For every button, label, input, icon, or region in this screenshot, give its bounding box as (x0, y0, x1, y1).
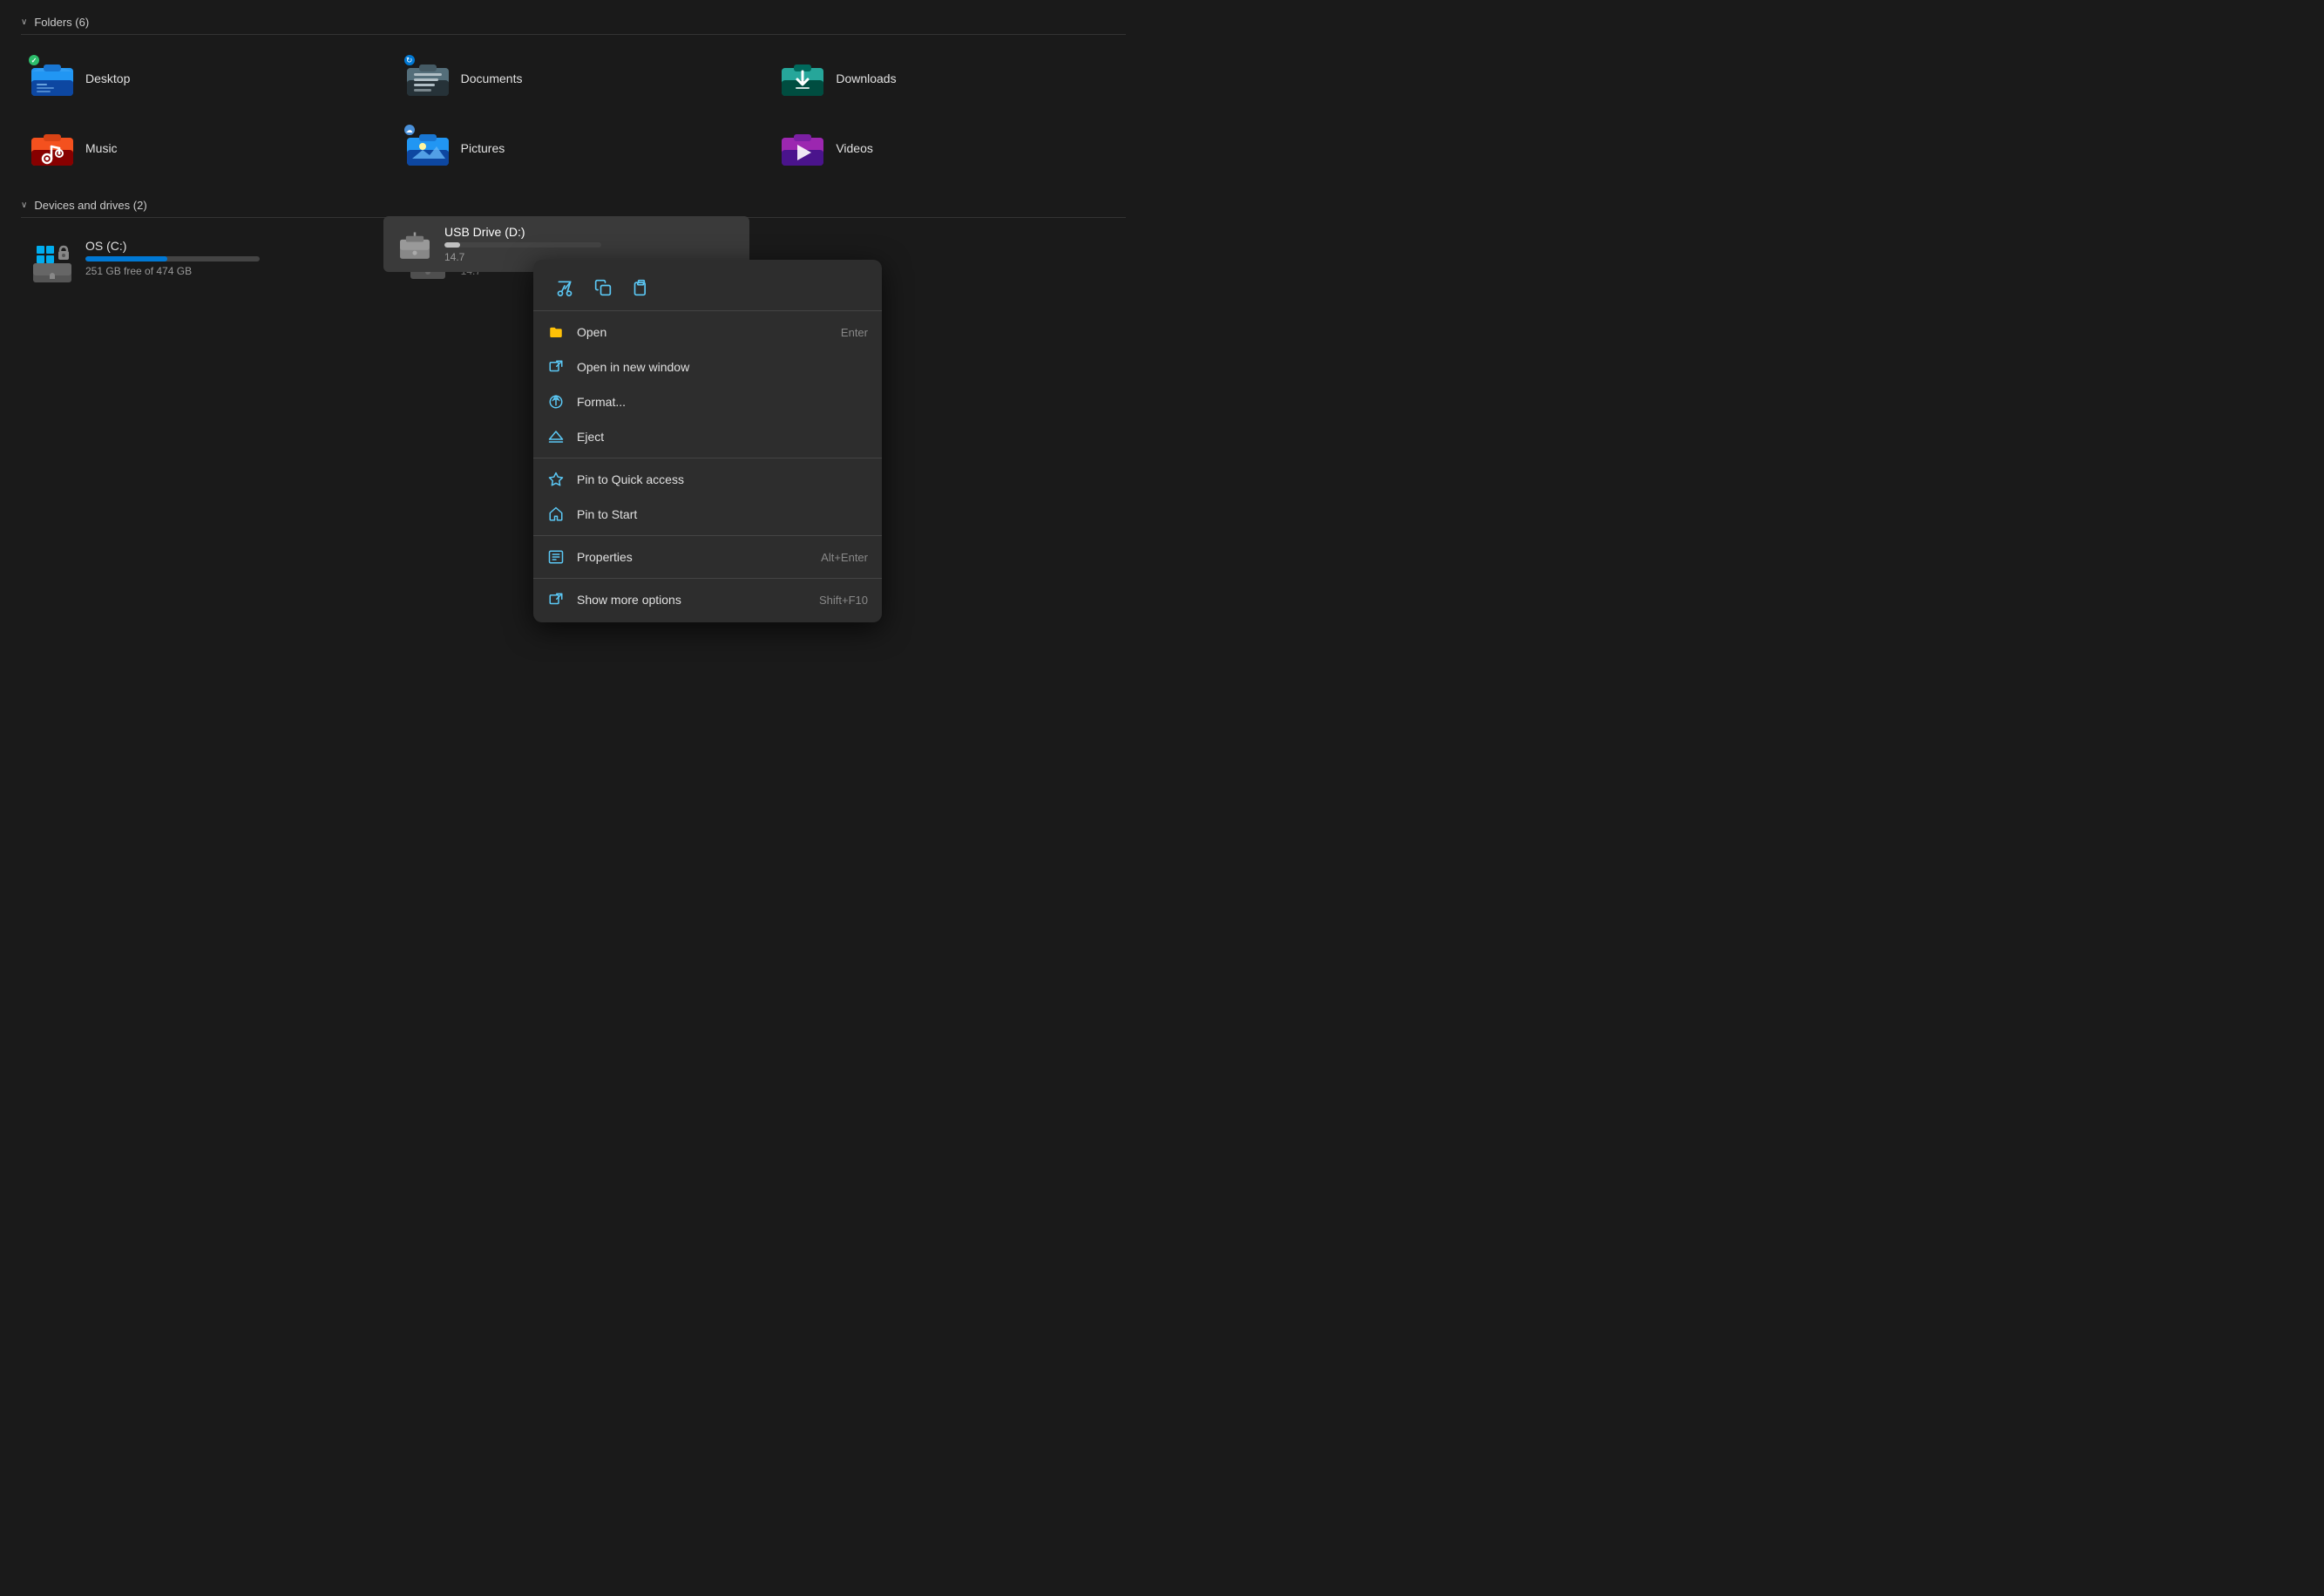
show-more-icon (547, 591, 565, 608)
ctx-item-open[interactable]: Open Enter (533, 315, 882, 350)
c-drive-info: OS (C:) 251 GB free of 474 GB (85, 239, 367, 277)
ctx-eject-label: Eject (577, 430, 856, 444)
context-menu-toolbar (533, 265, 882, 311)
usb-card-bar-bg (444, 242, 601, 248)
ctx-show-more-label: Show more options (577, 593, 807, 607)
ctx-separator-2 (533, 535, 882, 536)
videos-icon-wrap (780, 126, 825, 171)
open-new-window-icon (547, 358, 565, 376)
copy-icon (594, 279, 612, 296)
videos-label: Videos (836, 141, 873, 155)
usb-card-info: USB Drive (D:) 14.7 (444, 225, 737, 263)
c-drive-bar-fill (85, 256, 167, 261)
ctx-item-show-more[interactable]: Show more options Shift+F10 (533, 582, 882, 617)
ctx-item-eject[interactable]: Eject (533, 419, 882, 454)
downloads-icon-wrap (780, 56, 825, 101)
ctx-separator-3 (533, 578, 882, 579)
drive-c[interactable]: OS (C:) 251 GB free of 474 GB (21, 232, 376, 291)
cut-icon (556, 279, 573, 296)
cloud-badge-pictures: ☁ (403, 123, 417, 137)
c-drive-bar-bg (85, 256, 260, 261)
sync-badge-documents: ↻ (403, 53, 417, 67)
folder-music[interactable]: Music (21, 119, 376, 178)
folders-grid: Desktop ↻ Documents (21, 49, 1126, 178)
pictures-label: Pictures (461, 141, 505, 155)
desktop-label: Desktop (85, 71, 130, 85)
ctx-open-new-window-label: Open in new window (577, 360, 856, 374)
usb-card-bar-fill (444, 242, 460, 248)
ctx-item-properties[interactable]: Properties Alt+Enter (533, 540, 882, 574)
ctx-pin-start-label: Pin to Start (577, 507, 856, 521)
folders-chevron: ∨ (21, 17, 27, 27)
usb-card-name: USB Drive (D:) (444, 225, 737, 239)
c-drive-icon-wrap (30, 239, 75, 284)
ctx-open-label: Open (577, 325, 829, 339)
documents-icon-wrap: ↻ (405, 56, 451, 101)
c-drive-size: 251 GB free of 474 GB (85, 265, 367, 277)
paste-icon (633, 279, 650, 296)
folder-desktop[interactable]: Desktop (21, 49, 376, 108)
properties-icon (547, 548, 565, 566)
pictures-icon-wrap: ☁ (405, 126, 451, 171)
folder-pictures[interactable]: ☁ Pictures (396, 119, 751, 178)
pin-start-icon (547, 506, 565, 523)
music-label: Music (85, 141, 118, 155)
format-icon (547, 393, 565, 411)
folder-documents[interactable]: ↻ Documents (396, 49, 751, 108)
downloads-label: Downloads (836, 71, 896, 85)
usb-card-icon (396, 225, 434, 263)
ctx-show-more-shortcut: Shift+F10 (819, 594, 868, 607)
check-badge-desktop (27, 53, 41, 67)
drives-section-header: ∨ Devices and drives (2) (21, 199, 1126, 218)
usb-card-drive-icon (396, 225, 434, 263)
videos-folder-icon (780, 126, 825, 171)
open-icon (547, 323, 565, 341)
ctx-pin-quick-label: Pin to Quick access (577, 472, 856, 486)
ctx-item-format[interactable]: Format... (533, 384, 882, 419)
eject-icon (547, 428, 565, 445)
desktop-icon-wrap (30, 56, 75, 101)
folders-section-label: Folders (6) (34, 16, 89, 29)
ctx-item-open-new-window[interactable]: Open in new window (533, 350, 882, 384)
cut-button[interactable] (547, 272, 582, 303)
copy-button[interactable] (586, 272, 620, 303)
documents-label: Documents (461, 71, 523, 85)
ctx-properties-shortcut: Alt+Enter (821, 551, 868, 564)
ctx-item-pin-quick[interactable]: Pin to Quick access (533, 462, 882, 497)
ctx-properties-label: Properties (577, 550, 809, 564)
c-drive-icon (30, 239, 75, 284)
folder-downloads[interactable]: Downloads (771, 49, 1126, 108)
drives-section-label: Devices and drives (2) (34, 199, 146, 212)
ctx-format-label: Format... (577, 395, 856, 409)
pin-quick-icon (547, 471, 565, 488)
folders-section-header: ∨ Folders (6) (21, 16, 1126, 35)
ctx-item-pin-start[interactable]: Pin to Start (533, 497, 882, 532)
ctx-open-shortcut: Enter (841, 326, 868, 339)
context-menu: Open Enter Open in new window Format... (533, 260, 882, 622)
c-drive-name: OS (C:) (85, 239, 367, 253)
downloads-folder-icon (780, 56, 825, 101)
folder-videos[interactable]: Videos (771, 119, 1126, 178)
paste-button[interactable] (624, 272, 659, 303)
music-icon-wrap (30, 126, 75, 171)
drives-chevron: ∨ (21, 200, 27, 210)
music-folder-icon (30, 126, 75, 171)
